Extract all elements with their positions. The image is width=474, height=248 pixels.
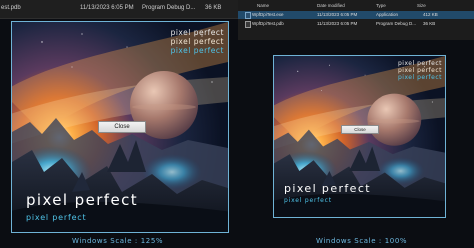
close-button[interactable]: Close bbox=[98, 121, 146, 133]
column-header-size[interactable]: Size bbox=[417, 3, 426, 8]
corner-text-line-1: pixel perfect bbox=[170, 28, 224, 37]
file-size: 36 KB bbox=[205, 5, 222, 11]
file-type: Program Debug D... bbox=[376, 21, 417, 26]
corner-text-line-2: pixel perfect bbox=[397, 67, 442, 74]
column-header-date[interactable]: Date modified bbox=[317, 3, 345, 8]
corner-text-line-2: pixel perfect bbox=[170, 37, 224, 46]
file-row[interactable]: WpfDpiTest.pdb 11/13/2023 6:05 PM Progra… bbox=[238, 20, 474, 28]
app-title-large: pixel perfect bbox=[284, 182, 372, 195]
file-row[interactable]: WpfDpiTest.exe 11/13/2023 6:05 PM Applic… bbox=[238, 11, 474, 19]
corner-text-line-3: pixel perfect bbox=[170, 46, 224, 55]
app-title-large: pixel perfect bbox=[26, 191, 139, 209]
app-window-100: pixel perfect pixel perfect pixel perfec… bbox=[273, 55, 446, 218]
app-title-small: pixel perfect bbox=[284, 197, 332, 204]
corner-text-line-1: pixel perfect bbox=[397, 60, 442, 67]
app-window-125: pixel perfect pixel perfect pixel perfec… bbox=[11, 21, 229, 233]
close-button[interactable]: Close bbox=[341, 125, 379, 134]
file-size: 412 KB bbox=[423, 12, 438, 17]
pdb-file-icon bbox=[245, 21, 251, 28]
file-date: 11/13/2023 6:05 PM bbox=[317, 21, 358, 26]
file-explorer-list: Name Date modified Type Size WpfDpiTest.… bbox=[238, 0, 474, 40]
file-date: 11/13/2023 6:05 PM bbox=[317, 12, 358, 17]
app-title-small: pixel perfect bbox=[26, 213, 87, 222]
file-type: Application bbox=[376, 12, 399, 17]
file-date: 11/13/2023 6:05 PM bbox=[80, 5, 134, 11]
file-size: 36 KB bbox=[423, 21, 436, 26]
corner-text-line-3: pixel perfect bbox=[397, 74, 442, 81]
file-type: Program Debug D... bbox=[142, 5, 196, 11]
file-name: WpfDpiTest.exe bbox=[252, 12, 284, 17]
scale-label-100: Windows Scale : 100% bbox=[316, 237, 408, 245]
column-header-type[interactable]: Type bbox=[376, 3, 386, 8]
exe-file-icon bbox=[245, 12, 251, 19]
explorer-file-row-strip: est.pdb 11/13/2023 6:05 PM Program Debug… bbox=[0, 0, 238, 19]
scale-label-125: Windows Scale : 125% bbox=[72, 237, 164, 245]
column-header-name[interactable]: Name bbox=[257, 3, 269, 8]
file-name[interactable]: est.pdb bbox=[1, 4, 21, 12]
file-name: WpfDpiTest.pdb bbox=[252, 21, 284, 26]
